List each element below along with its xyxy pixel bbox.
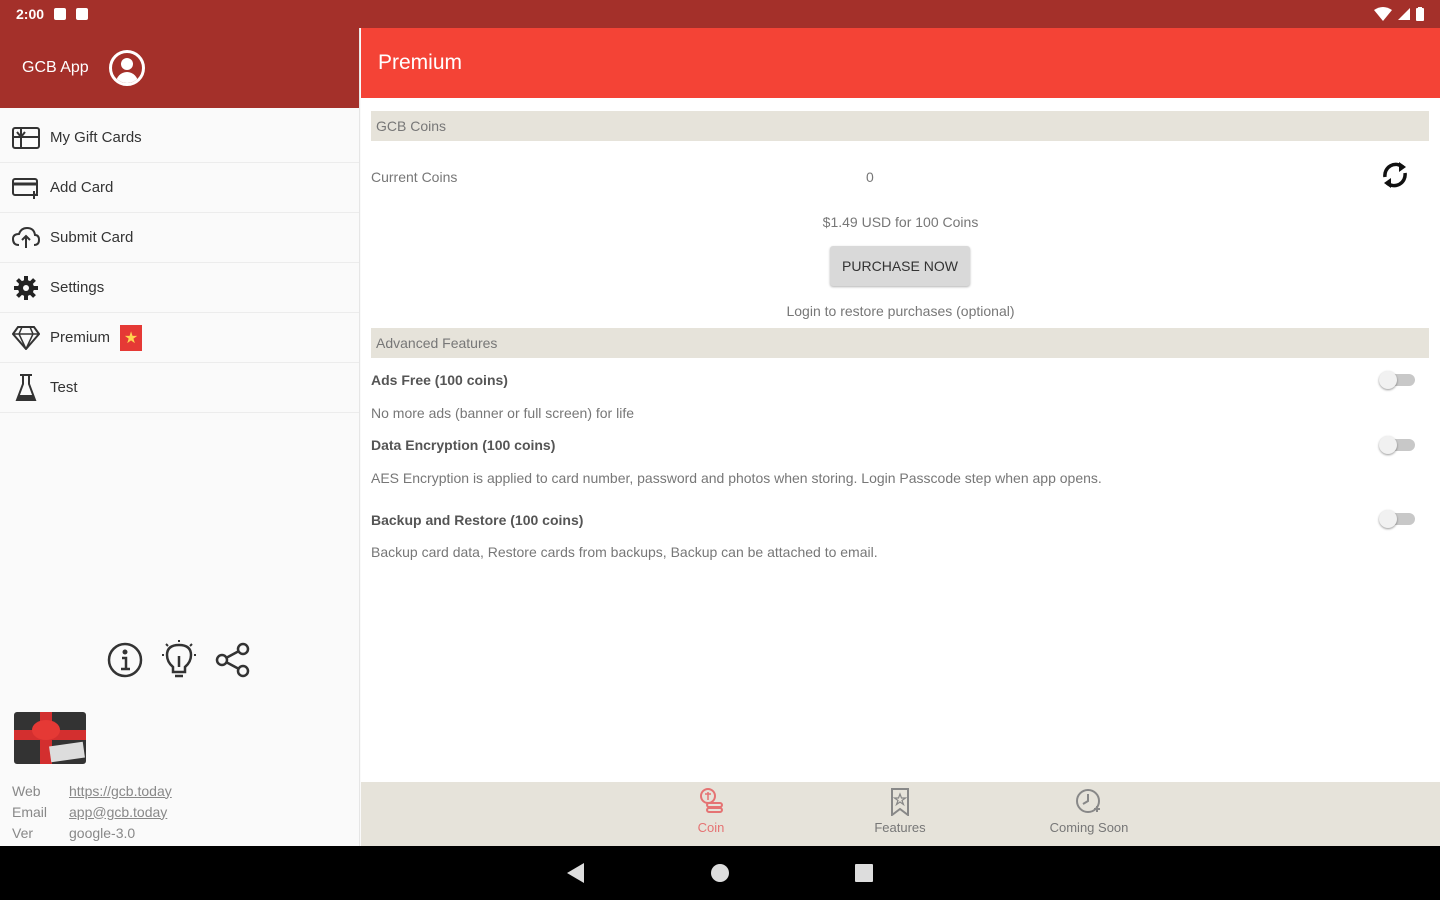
version-value: google-3.0	[69, 824, 136, 841]
menu-item-settings[interactable]: Settings	[0, 263, 359, 313]
nav-tab-coin[interactable]: Coin	[651, 788, 771, 842]
home-icon[interactable]	[708, 861, 732, 885]
back-icon[interactable]	[564, 861, 588, 885]
feature-desc-data-encryption: AES Encryption is applied to card number…	[371, 470, 1102, 486]
page-title: Premium	[378, 51, 463, 74]
nav-tab-coming-soon[interactable]: Coming Soon	[1029, 788, 1149, 842]
feature-title-data-encryption: Data Encryption (100 coins)	[371, 437, 556, 453]
status-bar: 2:00	[0, 0, 1440, 28]
diamond-icon	[12, 324, 40, 352]
feature-title-ads-free: Ads Free (100 coins)	[371, 372, 508, 388]
feature-desc-ads-free: No more ads (banner or full screen) for …	[371, 405, 634, 421]
avatar[interactable]	[108, 50, 145, 86]
menu-item-add-card[interactable]: Add Card	[0, 163, 359, 213]
system-navigation-bar	[0, 846, 1440, 900]
star-icon: ★	[120, 324, 143, 351]
menu-item-premium[interactable]: Premium ★	[0, 313, 359, 363]
app-name: GCB App	[22, 59, 89, 76]
wifi-icon	[1374, 7, 1392, 21]
contact-email: Email app@gcb.today	[12, 801, 172, 822]
email-label: Email	[12, 803, 48, 820]
gift-card-icon	[12, 124, 40, 152]
data-encryption-toggle[interactable]	[1379, 436, 1417, 454]
price-text: $1.49 USD for 100 Coins	[822, 214, 979, 230]
menu-item-label: Add Card	[50, 179, 114, 196]
menu-item-label: Test	[50, 379, 78, 396]
clock-icon	[1075, 788, 1103, 816]
ribbon-icon	[886, 788, 914, 816]
signal-icon	[1398, 8, 1410, 20]
add-card-icon	[12, 174, 40, 202]
battery-icon	[1416, 7, 1424, 21]
web-link[interactable]: https://gcb.today	[69, 783, 172, 799]
backup-restore-toggle[interactable]	[1379, 510, 1417, 528]
drawer-menu: My Gift Cards Add Card Submit Card Setti…	[0, 113, 359, 413]
menu-item-test[interactable]: Test	[0, 363, 359, 413]
gift-card-logo	[14, 712, 86, 764]
feature-title-backup-restore: Backup and Restore (100 coins)	[371, 512, 584, 528]
menu-item-label: Premium	[50, 329, 111, 346]
nav-tab-features[interactable]: Features	[840, 788, 960, 842]
app-bar: Premium	[361, 28, 1440, 98]
share-icon[interactable]	[214, 640, 252, 680]
ads-free-toggle[interactable]	[1379, 371, 1417, 389]
lightbulb-icon[interactable]	[160, 640, 198, 680]
nav-tab-label: Features	[874, 820, 926, 835]
notification-icon	[54, 8, 67, 20]
cloud-upload-icon	[12, 224, 40, 252]
contact-info: Web https://gcb.today Email app@gcb.toda…	[12, 780, 172, 843]
refresh-icon[interactable]	[1378, 158, 1412, 192]
drawer-header: GCB App	[0, 28, 359, 108]
gear-icon	[12, 274, 40, 302]
menu-item-my-gift-cards[interactable]: My Gift Cards	[0, 113, 359, 163]
nav-tab-label: Coming Soon	[1049, 820, 1129, 835]
restore-purchases-link[interactable]: Login to restore purchases (optional)	[361, 303, 1440, 319]
nav-tab-label: Coin	[697, 820, 725, 835]
flask-icon	[12, 373, 40, 402]
premium-content: GCB Coins Current Coins 0 $1.49 USD for …	[361, 98, 1440, 782]
web-label: Web	[12, 782, 41, 799]
email-link[interactable]: app@gcb.today	[69, 804, 167, 820]
menu-item-label: Submit Card	[50, 229, 134, 246]
current-coins-label: Current Coins	[371, 169, 458, 185]
bottom-navigation: Coin Features Coming Soon	[361, 782, 1440, 846]
purchase-now-button[interactable]: PURCHASE NOW	[830, 246, 970, 286]
sd-card-icon	[76, 8, 89, 20]
feature-desc-backup-restore: Backup card data, Restore cards from bac…	[371, 544, 878, 560]
menu-item-submit-card[interactable]: Submit Card	[0, 213, 359, 263]
drawer-footer-icons	[106, 640, 252, 680]
current-coins-value: 0	[866, 169, 874, 185]
menu-item-label: Settings	[50, 279, 105, 296]
version-label: Ver	[12, 824, 34, 841]
recents-icon[interactable]	[852, 861, 876, 885]
menu-item-label: My Gift Cards	[50, 129, 142, 146]
features-section-header: Advanced Features	[371, 328, 1429, 358]
info-icon[interactable]	[106, 640, 144, 680]
coin-icon	[697, 788, 725, 816]
status-time: 2:00	[16, 6, 45, 22]
coins-section-header: GCB Coins	[371, 111, 1429, 141]
contact-web: Web https://gcb.today	[12, 780, 172, 801]
contact-version: Ver google-3.0	[12, 822, 172, 843]
navigation-drawer: GCB App My Gift Cards Add Card Submit Ca…	[0, 28, 360, 846]
